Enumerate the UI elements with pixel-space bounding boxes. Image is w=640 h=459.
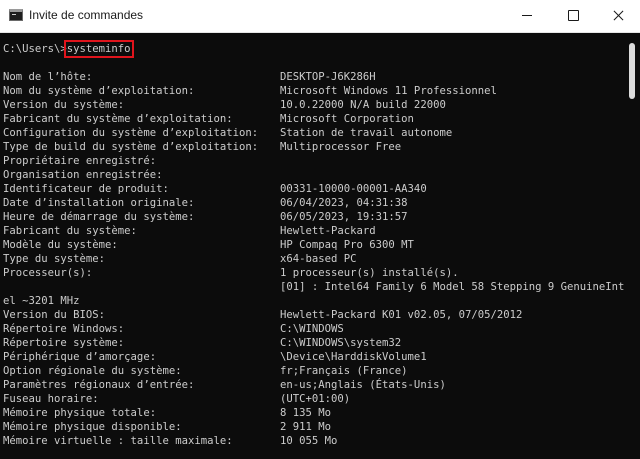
prompt-text: C:\Users\> [3, 43, 67, 55]
output-key: Paramètres régionaux d’entrée: [3, 379, 195, 391]
close-icon[interactable] [596, 0, 640, 32]
output-key: Mémoire physique totale: [3, 407, 157, 419]
output-value: 06/04/2023, 04:31:38 [280, 197, 408, 209]
output-value: fr;Français (France) [280, 365, 408, 377]
output-key: Version du BIOS: [3, 309, 106, 321]
output-key: Organisation enregistrée: [3, 169, 163, 181]
output-value: 06/05/2023, 19:31:57 [280, 211, 408, 223]
output-value: 00331-10000-00001-AA340 [280, 183, 427, 195]
output-value: 8 135 Mo [280, 407, 332, 419]
output-key: Fuseau horaire: [3, 393, 99, 405]
output-key: Type de build du système d’exploitation: [3, 141, 259, 153]
output-key: el ~3201 MHz [3, 295, 80, 307]
output-key: Option régionale du système: [3, 365, 182, 377]
output-value: 10.0.22000 N/A build 22000 [280, 99, 446, 111]
minimize-icon[interactable] [504, 0, 550, 32]
output-key: Propriétaire enregistré: [3, 155, 157, 167]
output-value: DESKTOP-J6K286H [280, 71, 376, 83]
output-key: Heure de démarrage du système: [3, 211, 195, 223]
scrollbar[interactable] [624, 33, 640, 459]
window-title: Invite de commandes [29, 8, 144, 22]
output-value: Station de travail autonome [280, 127, 453, 139]
output-key: Identificateur de produit: [3, 183, 169, 195]
terminal-window: Invite de commandes C:\Users\>systeminfo… [0, 0, 640, 459]
title-bar[interactable]: Invite de commandes [0, 0, 640, 33]
command-prompt-icon [9, 9, 23, 21]
scroll-thumb[interactable] [629, 43, 635, 99]
output-key: Répertoire système: [3, 337, 125, 349]
command-line: C:\Users\>systeminfo [3, 40, 134, 58]
output-value: (UTC+01:00) [280, 393, 351, 405]
output-key: Version du système: [3, 99, 125, 111]
output-value: Multiprocessor Free [280, 141, 402, 153]
output-value: 2 911 Mo [280, 421, 332, 433]
output-key: Mémoire physique disponible: [3, 421, 182, 433]
output-key: Date d’installation originale: [3, 197, 195, 209]
output-key: Répertoire Windows: [3, 323, 125, 335]
output-key: Fabricant du système d’exploitation: [3, 113, 233, 125]
output-value: HP Compaq Pro 6300 MT [280, 239, 414, 251]
output-key: Nom de l’hôte: [3, 71, 93, 83]
output-value: Hewlett-Packard [280, 225, 376, 237]
output-key: Mémoire virtuelle : taille maximale: [3, 435, 233, 447]
output-key: Type du système: [3, 253, 106, 265]
output-key: Fabricant du système: [3, 225, 137, 237]
maximize-icon[interactable] [550, 0, 596, 32]
output-key: Configuration du système d’exploitation: [3, 127, 259, 139]
output-value: 1 processeur(s) installé(s). [280, 267, 459, 279]
output-value: x64-based PC [280, 253, 357, 265]
output-key: Processeur(s): [3, 267, 93, 279]
output-value: \Device\HarddiskVolume1 [280, 351, 427, 363]
output-key: Modèle du système: [3, 239, 118, 251]
output-value: Hewlett-Packard K01 v02.05, 07/05/2012 [280, 309, 523, 321]
output-value: C:\WINDOWS [280, 323, 344, 335]
command-text: systeminfo [63, 40, 134, 58]
output-value: 10 055 Mo [280, 435, 338, 447]
output-value: Microsoft Windows 11 Professionnel [280, 85, 497, 97]
console-output[interactable]: C:\Users\>systeminfo Nom de l’hôte: DESKT… [0, 33, 624, 459]
output-value: [01] : Intel64 Family 6 Model 58 Steppin… [280, 281, 624, 293]
output-value: Microsoft Corporation [280, 113, 414, 125]
output-value: C:\WINDOWS\system32 [280, 337, 402, 349]
output-key: Périphérique d’amorçage: [3, 351, 157, 363]
output-key: Nom du système d’exploitation: [3, 85, 195, 97]
output-value: en-us;Anglais (États-Unis) [280, 379, 446, 391]
